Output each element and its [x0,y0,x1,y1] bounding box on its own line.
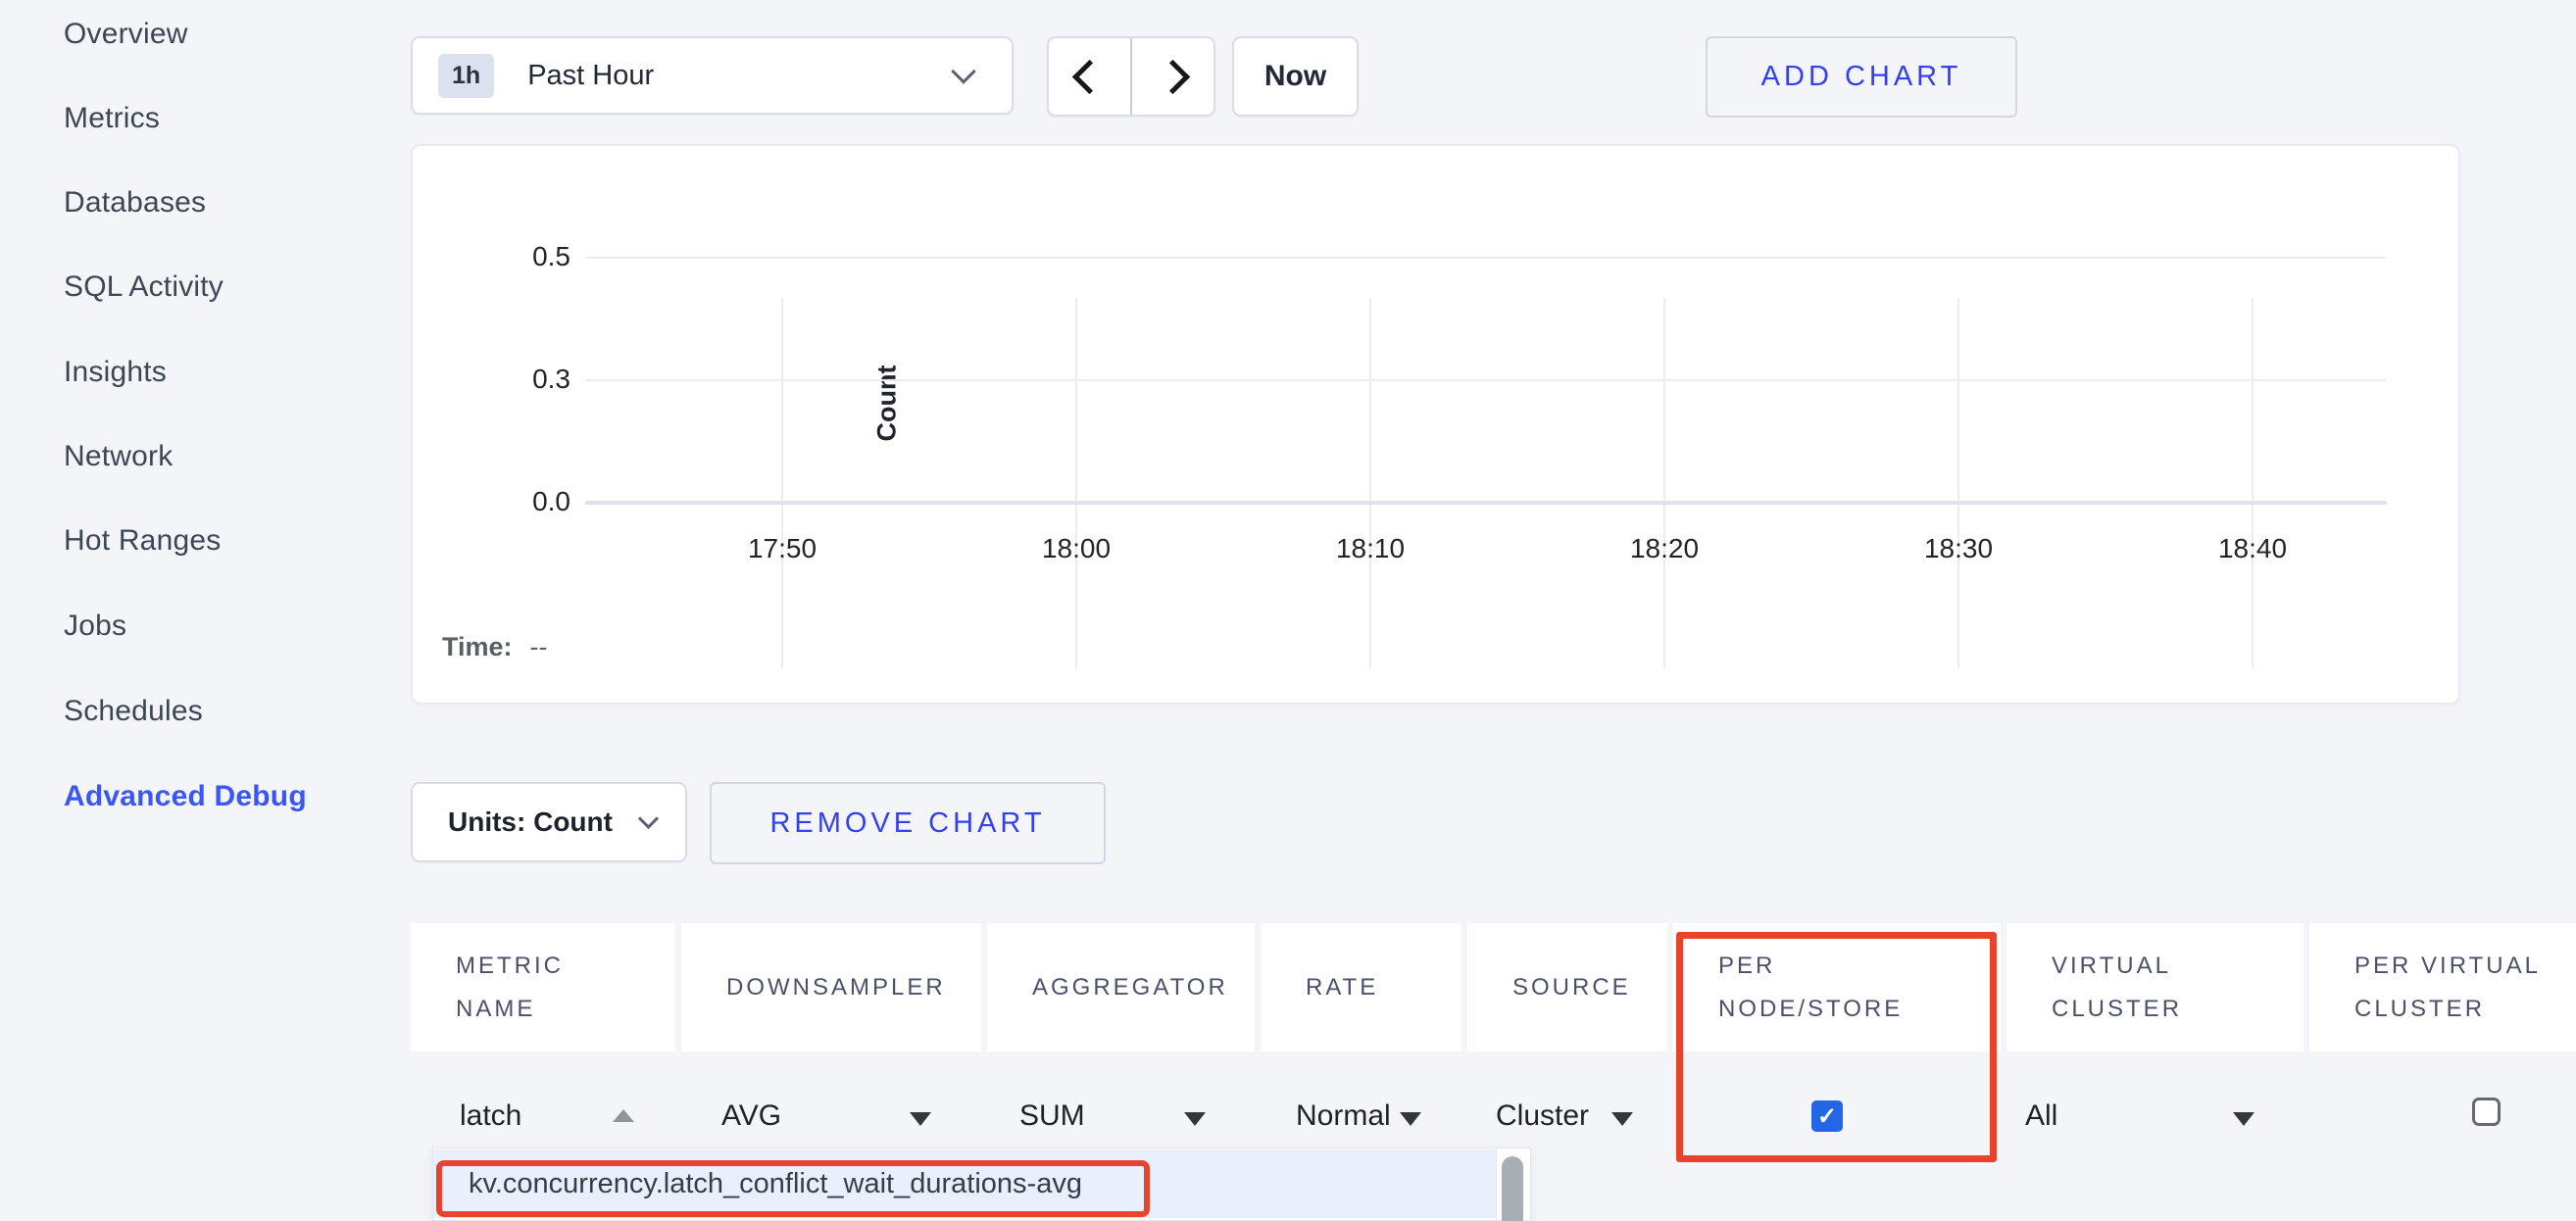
sidebar-item-network[interactable]: Network [64,440,173,473]
column-header-aggregator: AGGREGATOR [987,923,1255,1051]
caret-down-icon [910,1112,931,1126]
chart-card: Count 0.5 0.3 0.0 17:50 18:00 18:10 18:2… [411,144,2460,705]
advanced-debug-custom-chart-page: Overview Metrics Databases SQL Activity … [0,0,2576,1221]
virtual-cluster-select[interactable]: All [2025,1099,2254,1133]
column-header-per-node-store: PER NODE/STORE [1673,923,2001,1051]
remove-chart-button[interactable]: REMOVE CHART [710,782,1106,864]
metric-name-input[interactable]: latch [460,1099,521,1133]
x-axis-line [585,501,2387,505]
time-range-badge: 1h [438,54,494,98]
column-header-rate: RATE [1261,923,1461,1051]
caret-down-icon [1400,1112,1421,1126]
now-button[interactable]: Now [1232,36,1359,117]
x-tick-label: 18:00 [1017,533,1135,564]
per-virtual-cluster-checkbox[interactable] [2472,1098,2501,1126]
gridline-vertical [1075,298,1077,668]
gridline-vertical [1663,298,1665,668]
sidebar-item-hot-ranges[interactable]: Hot Ranges [64,524,221,558]
caret-down-icon [2233,1112,2254,1126]
downsampler-select[interactable]: AVG [721,1099,931,1133]
x-tick-label: 18:30 [1900,533,2017,564]
sidebar-item-advanced-debug[interactable]: Advanced Debug [64,780,307,813]
rate-value: Normal [1296,1099,1391,1133]
source-select[interactable]: Cluster [1496,1099,1633,1133]
sidebar-item-schedules[interactable]: Schedules [64,695,203,728]
y-tick-label: 0.3 [492,364,570,395]
gridline-vertical [2252,298,2254,668]
column-header-per-virtual-cluster: PER VIRTUAL CLUSTER [2309,923,2576,1051]
hover-time-value: -- [530,632,548,661]
add-chart-button[interactable]: ADD CHART [1706,36,2017,118]
y-axis-label: Count [872,345,903,463]
sidebar-item-insights[interactable]: Insights [64,356,167,389]
gridline-vertical [1957,298,1959,668]
hover-time-label: Time: [442,632,513,661]
caret-down-icon [1184,1112,1206,1126]
time-range-selector[interactable]: 1h Past Hour [411,36,1014,115]
scrollbar-track[interactable] [1496,1148,1530,1220]
scrollbar-thumb[interactable] [1502,1156,1523,1221]
column-header-virtual-cluster: VIRTUAL CLUSTER [2006,923,2304,1051]
downsampler-value: AVG [721,1099,781,1133]
virtual-cluster-value: All [2025,1099,2057,1133]
sidebar-item-sql-activity[interactable]: SQL Activity [64,270,223,304]
chevron-right-icon [1156,59,1190,93]
sidebar-item-overview[interactable]: Overview [64,18,188,51]
hover-time-legend: Time: -- [442,632,548,662]
x-tick-label: 18:20 [1606,533,1723,564]
gridline-horizontal [585,379,2387,381]
units-select-label: Units: Count [448,806,613,838]
y-tick-label: 0.5 [492,241,570,272]
rate-select[interactable]: Normal [1296,1099,1421,1133]
chevron-down-icon [951,59,975,83]
column-header-source: SOURCE [1467,923,1667,1051]
per-node-store-checkbox[interactable]: ✓ [1811,1100,1843,1132]
sidebar-item-databases[interactable]: Databases [64,186,206,220]
metric-dropdown-collapse-icon[interactable] [613,1109,634,1122]
sidebar-item-metrics[interactable]: Metrics [64,102,160,135]
x-tick-label: 18:10 [1312,533,1429,564]
aggregator-select[interactable]: SUM [1019,1099,1206,1133]
column-header-metric-name: METRIC NAME [411,923,675,1051]
now-button-label: Now [1264,60,1326,93]
checkmark-icon: ✓ [1817,1102,1837,1131]
aggregator-value: SUM [1019,1099,1085,1133]
gridline-vertical [1369,298,1371,668]
sidebar-item-jobs[interactable]: Jobs [64,610,126,643]
chevron-left-icon [1072,59,1107,93]
source-value: Cluster [1496,1099,1589,1133]
caret-down-icon [1611,1112,1633,1126]
chevron-down-icon [638,807,659,828]
x-tick-label: 18:40 [2194,533,2311,564]
x-tick-label: 17:50 [723,533,841,564]
autocomplete-item[interactable]: kv.concurrency.latch_conflict_wait_durat… [433,1149,1498,1218]
y-tick-label: 0.0 [492,486,570,517]
autocomplete-item-label: kv.concurrency.latch_conflict_wait_durat… [469,1168,1082,1200]
metric-autocomplete-panel: kv.concurrency.latch_conflict_wait_durat… [432,1148,1531,1221]
gridline-horizontal [585,257,2387,259]
next-time-button[interactable] [1132,38,1214,115]
prev-time-button[interactable] [1049,38,1130,115]
column-header-downsampler: DOWNSAMPLER [681,923,981,1051]
time-range-label: Past Hour [527,60,654,92]
gridline-vertical [781,298,783,668]
time-step-buttons [1047,36,1215,117]
units-select[interactable]: Units: Count [411,782,687,862]
